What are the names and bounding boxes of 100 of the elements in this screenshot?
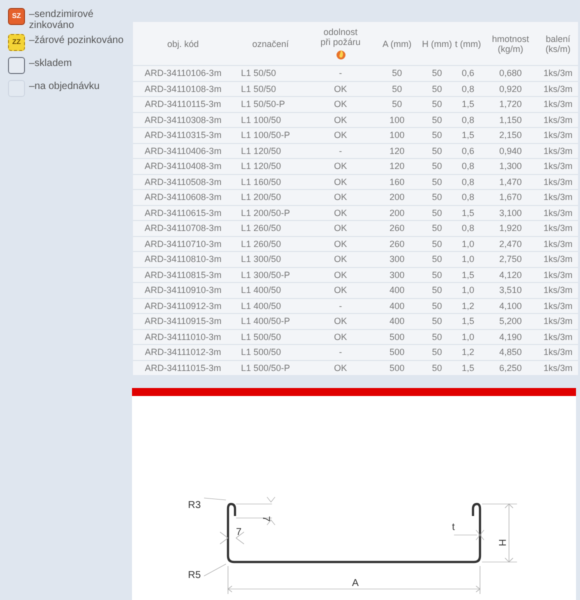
table-cell: 2,470 <box>499 238 522 249</box>
table-cell: 1,5 <box>462 99 474 110</box>
table-cell: 1,300 <box>499 161 522 172</box>
table-cell: 1,5 <box>462 130 474 140</box>
table-cell: 120 <box>389 161 405 172</box>
table-cell: 6,250 <box>499 362 522 373</box>
table-cell: L1 400/50-P <box>241 316 290 326</box>
radius-label: R5 <box>188 570 201 581</box>
table-cell: 100 <box>389 130 405 140</box>
table-cell: ARD-34110815-3m <box>144 270 222 280</box>
table-cell: 50 <box>432 300 442 311</box>
table-cell: 50 <box>432 176 442 187</box>
table-cell: 4,190 <box>499 332 522 342</box>
table-cell: 1,0 <box>462 238 474 249</box>
table-cell: ARD-34110615-3m <box>144 208 222 218</box>
table-cell: OK <box>334 332 347 342</box>
table-cell: 0,8 <box>462 192 474 202</box>
table-cell: 300 <box>389 270 405 280</box>
table-cell: L1 300/50 <box>241 254 282 264</box>
column-header: odolnost při požáru <box>319 27 362 47</box>
table-cell: 0,920 <box>499 84 522 94</box>
table-cell: ARD-34110406-3m <box>144 146 222 156</box>
table-cell: 1ks/3m <box>543 332 572 342</box>
table-cell: ARD-34110108-3m <box>144 84 222 94</box>
table-cell: 0,680 <box>499 68 522 78</box>
table-cell: ARD-34110915-3m <box>144 316 222 326</box>
table-cell: 50 <box>432 254 442 264</box>
table-cell: ARD-34110408-3m <box>144 161 222 172</box>
table-cell: OK <box>334 130 347 140</box>
dimension-label: 7 <box>236 527 242 538</box>
table-cell: ARD-34110315-3m <box>144 130 222 140</box>
table-cell: 120 <box>389 146 405 156</box>
table-cell: L1 100/50-P <box>241 130 290 140</box>
table-cell: 1,720 <box>499 99 522 110</box>
table-cell: 50 <box>432 161 442 172</box>
table-cell: 1ks/3m <box>543 270 572 280</box>
dimension-label: 7 <box>260 516 271 522</box>
table-cell: 0,8 <box>462 161 474 172</box>
table-cell: 50 <box>432 332 442 342</box>
table-cell: 50 <box>432 238 442 249</box>
table-cell: 260 <box>389 238 405 249</box>
table-cell: L1 120/50 <box>241 161 282 172</box>
table-cell: L1 200/50-P <box>241 208 290 218</box>
table-cell: 200 <box>389 208 405 218</box>
legend-label: –sendzimirové zinkováno <box>29 8 94 31</box>
table-cell: 1ks/3m <box>543 68 572 78</box>
table-cell: 1ks/3m <box>543 316 572 326</box>
legend-swatch <box>8 57 25 74</box>
table-cell: OK <box>334 114 347 125</box>
table-cell: 500 <box>389 347 405 358</box>
table-cell: ARD-34110708-3m <box>144 223 222 234</box>
table-cell: 400 <box>389 316 405 326</box>
table-cell: 4,120 <box>499 270 522 280</box>
table-cell: 1ks/3m <box>543 161 572 172</box>
table-cell: L1 100/50 <box>241 114 282 125</box>
table-cell: ARD-34110912-3m <box>144 300 222 311</box>
column-header: balení (ks/m) <box>546 34 570 54</box>
table-cell: OK <box>334 161 347 172</box>
table-cell: 1ks/3m <box>543 300 572 311</box>
table-cell: 1,920 <box>499 223 522 234</box>
table-cell: 50 <box>432 146 442 156</box>
table-cell: 50 <box>392 68 402 78</box>
table-cell: L1 120/50 <box>241 146 282 156</box>
table-cell: 1,2 <box>462 300 474 311</box>
table-cell: L1 160/50 <box>241 176 282 187</box>
table-cell: 1ks/3m <box>543 347 572 358</box>
table-cell: 1,5 <box>462 208 474 218</box>
table-cell: L1 500/50 <box>241 347 282 358</box>
table-cell: L1 50/50-P <box>241 99 286 110</box>
table-cell: L1 400/50 <box>241 300 282 311</box>
table-cell: 3,510 <box>499 285 522 296</box>
legend-label: –žárové pozinkováno <box>29 34 125 46</box>
table-cell: ARD-34110508-3m <box>144 176 222 187</box>
table-cell: L1 400/50 <box>241 285 282 296</box>
table-cell: OK <box>334 254 347 264</box>
table-cell: 1,470 <box>499 176 522 187</box>
table-cell: 1,0 <box>462 332 474 342</box>
table-cell: - <box>339 68 342 78</box>
table-cell: 1ks/3m <box>543 208 572 218</box>
table-cell: 5,200 <box>499 316 522 326</box>
table-cell: L1 50/50 <box>241 68 276 78</box>
table-cell: OK <box>334 238 347 249</box>
table-cell: 2,750 <box>499 254 522 264</box>
radius-label: R3 <box>188 500 201 511</box>
table-cell: ARD-34110106-3m <box>144 68 222 78</box>
table-cell: 1ks/3m <box>543 362 572 373</box>
column-header: t (mm) <box>455 38 481 48</box>
table-cell: 1,0 <box>462 285 474 296</box>
table-cell: OK <box>334 99 347 110</box>
table-cell: 0,8 <box>462 223 474 234</box>
table-cell: 1ks/3m <box>543 114 572 125</box>
table-cell: ARD-34111012-3m <box>144 347 222 358</box>
table-cell: OK <box>334 316 347 326</box>
table-cell: 50 <box>432 192 442 202</box>
table-cell: OK <box>334 176 347 187</box>
table-cell: 300 <box>389 254 405 264</box>
table-cell: 200 <box>389 192 405 202</box>
table-cell: 260 <box>389 223 405 234</box>
table-cell: 1ks/3m <box>543 146 572 156</box>
column-header: H (mm) <box>422 38 452 48</box>
